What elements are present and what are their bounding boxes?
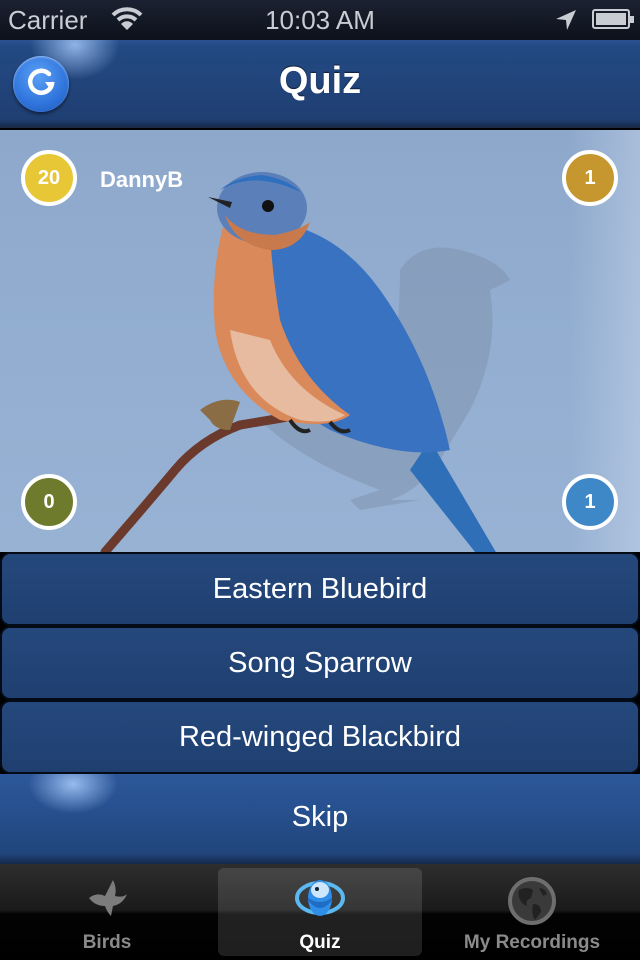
quiz-photo: 20 DannyB 1 0 1 [0, 130, 640, 552]
correct-count-badge: 1 [562, 474, 618, 530]
tab-label: Birds [82, 932, 132, 953]
skip-button[interactable]: Skip [0, 774, 640, 864]
bird-tail [410, 440, 496, 552]
bird-photo [100, 172, 510, 552]
branch [100, 410, 305, 552]
quiz-eye-icon [294, 876, 346, 926]
gold-count-badge: 1 [562, 150, 618, 206]
tab-quiz[interactable]: Quiz [218, 868, 422, 956]
answer-button[interactable]: Song Sparrow [0, 626, 640, 700]
clock: 10:03 AM [265, 5, 375, 35]
navigation-bar: Quiz [0, 40, 640, 128]
globe-icon [507, 876, 557, 932]
answer-list: Eastern Bluebird Song Sparrow Red-winged… [0, 552, 640, 774]
tab-label: My Recordings [463, 932, 601, 953]
location-arrow-icon [554, 8, 578, 39]
battery-icon [592, 9, 634, 29]
bird-icon [83, 876, 131, 926]
tab-birds[interactable]: Birds [5, 868, 209, 956]
status-bar: Carrier 10:03 AM [0, 0, 640, 40]
skip-label: Skip [291, 801, 349, 833]
answer-button[interactable]: Red-winged Blackbird [0, 700, 640, 774]
tab-label: Quiz [299, 932, 341, 953]
tab-bar: Birds Quiz My Recordings [0, 864, 640, 960]
username: DannyB [100, 167, 184, 192]
answer-button[interactable]: Eastern Bluebird [0, 552, 640, 626]
page-title: Quiz [278, 60, 362, 102]
wrong-count-badge: 0 [21, 474, 77, 530]
score-badge: 20 [21, 150, 77, 206]
skip-glow [28, 774, 118, 814]
tab-my-recordings[interactable]: My Recordings [430, 868, 634, 956]
